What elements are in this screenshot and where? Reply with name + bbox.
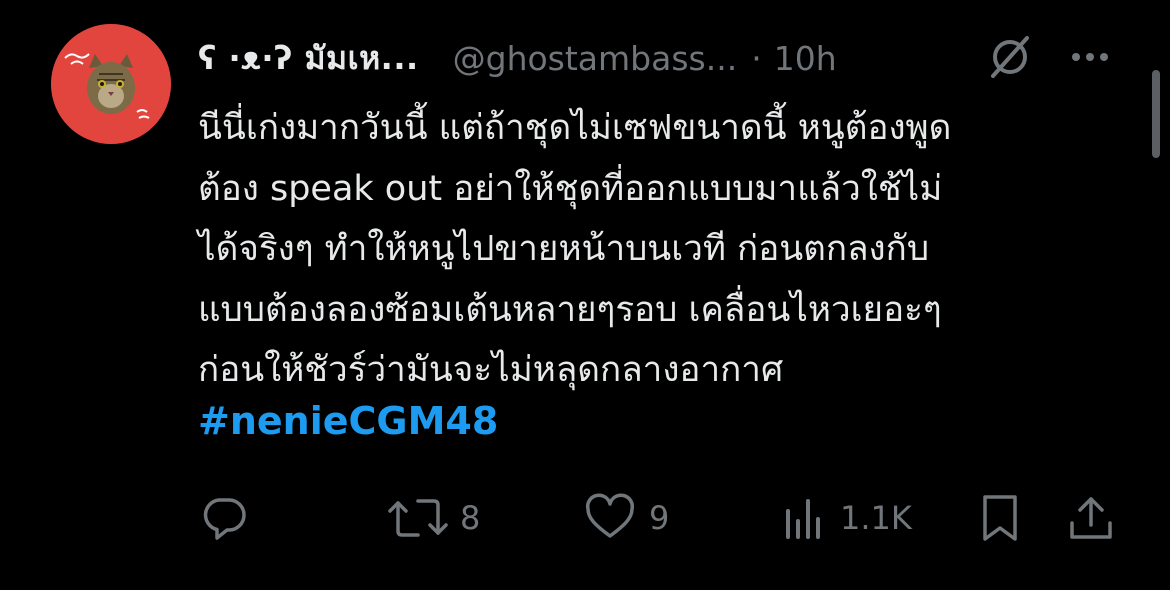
tweet-text-line: แบบต้องลองซ้อมเต้นหลายๆรอบ เคลื่อนไหวเยอ…: [198, 289, 942, 330]
grok-icon[interactable]: [985, 32, 1035, 82]
tweet-header: ʕ ·ᴥ·ʔ มัมเห... @ghostambass... · 10h: [198, 30, 837, 86]
display-name[interactable]: ʕ ·ᴥ·ʔ มัมเห...: [198, 33, 419, 84]
scrollbar[interactable]: [1152, 70, 1160, 158]
tweet-text-line: ก่อนให้ชัวร์ว่ามันจะไม่หลุดกลางอากาศ: [198, 350, 784, 390]
timestamp[interactable]: 10h: [774, 39, 837, 78]
tweet[interactable]: ʕ ·ᴥ·ʔ มัมเห... @ghostambass... · 10h นี…: [0, 0, 1170, 590]
views-icon: [786, 499, 820, 539]
bookmark-icon: [983, 495, 1017, 541]
reply-icon: [203, 498, 246, 540]
action-bar: 8 9 1.1K: [0, 488, 1170, 548]
user-handle[interactable]: @ghostambass...: [453, 39, 738, 78]
tweet-text: นีนี่เก่งมากวันนี้ แต่ถ้าชุดไม่เซฟขนาดนี…: [198, 98, 1118, 401]
tweet-text-line: ได้จริงๆ ทำให้หนูไปขายหน้าบนเวที ก่อนตกล…: [198, 229, 930, 269]
more-icon[interactable]: [1068, 42, 1112, 72]
retweet-count: 8: [460, 499, 481, 537]
share-button[interactable]: [1066, 488, 1116, 548]
retweet-icon: [388, 499, 448, 537]
like-count: 9: [649, 499, 670, 537]
heart-icon: [585, 493, 635, 538]
like-button[interactable]: 9: [583, 488, 669, 548]
tweet-text-line: นีนี่เก่งมากวันนี้ แต่ถ้าชุดไม่เซฟขนาดนี…: [198, 108, 952, 148]
retweet-button[interactable]: 8: [388, 488, 480, 548]
tweet-text-line: ต้อง speak out อย่าให้ชุดที่ออกแบบมาแล้ว…: [198, 168, 943, 209]
views-button[interactable]: 1.1K: [782, 488, 912, 548]
views-count: 1.1K: [840, 499, 912, 537]
avatar[interactable]: [51, 24, 171, 144]
bookmark-button[interactable]: [977, 488, 1023, 548]
reply-button[interactable]: [197, 488, 263, 548]
cat-avatar-icon: [51, 24, 171, 144]
hashtag-link[interactable]: #nenieCGM48: [198, 393, 498, 449]
share-icon: [1070, 497, 1112, 539]
separator-dot: ·: [751, 38, 762, 78]
